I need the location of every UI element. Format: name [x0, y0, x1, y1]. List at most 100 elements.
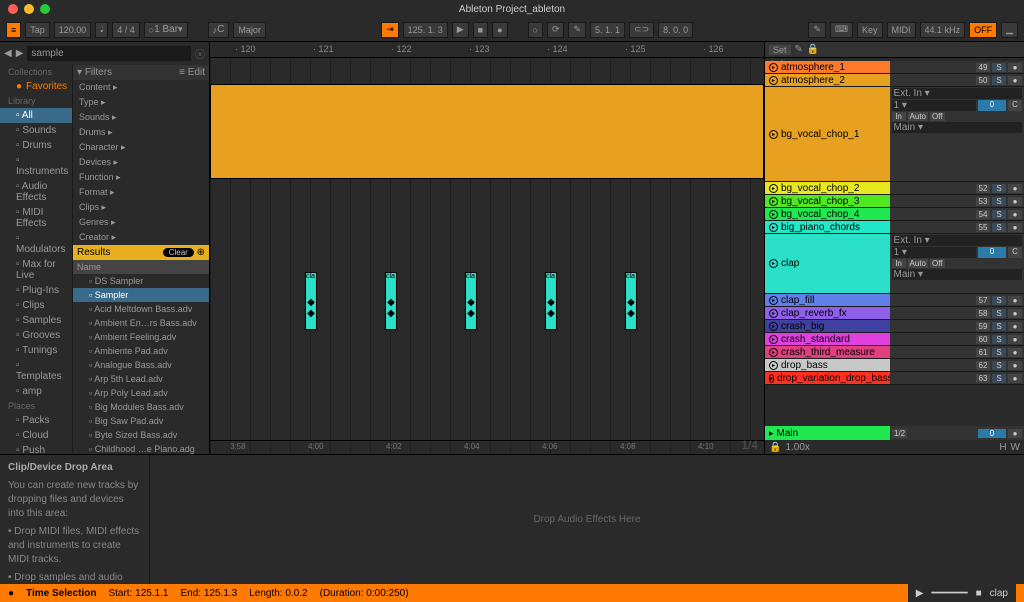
- track-row[interactable]: ▸crash_big59S●: [765, 320, 1024, 333]
- record-arm[interactable]: ●: [1008, 361, 1022, 370]
- close-icon[interactable]: [8, 4, 18, 14]
- position-display[interactable]: 125. 1. 3: [403, 22, 448, 38]
- track-num[interactable]: 57: [976, 296, 990, 305]
- track-num[interactable]: 54: [976, 210, 990, 219]
- pencil-icon[interactable]: ✎: [808, 22, 826, 38]
- clear-search-icon[interactable]: ⓧ: [195, 46, 205, 61]
- keyboard-icon[interactable]: ⌨: [830, 22, 853, 38]
- zoom-h[interactable]: H: [999, 442, 1006, 453]
- zoom-value[interactable]: 1.00x: [785, 442, 809, 453]
- track-row[interactable]: ▸bg_vocal_chop_252S●: [765, 182, 1024, 195]
- filter-row[interactable]: Genres ▸: [73, 215, 209, 230]
- track-play-icon[interactable]: ▸: [769, 197, 778, 206]
- result-item[interactable]: ▫ Ambiente Pad.adv: [73, 344, 209, 358]
- play-button[interactable]: ▶: [452, 22, 469, 38]
- tap-button[interactable]: Tap: [25, 22, 50, 38]
- track-play-icon[interactable]: ▸: [769, 335, 778, 344]
- audio-clip[interactable]: cla◆◆: [385, 272, 397, 330]
- filter-row[interactable]: Devices ▸: [73, 155, 209, 170]
- solo-button[interactable]: S: [992, 322, 1006, 331]
- track-play-icon[interactable]: ▸: [769, 296, 778, 305]
- track-play-icon[interactable]: ▸: [769, 223, 778, 232]
- track-row[interactable]: ▸atmosphere_250S●: [765, 74, 1024, 87]
- track-row[interactable]: ▸clap_fill57S●: [765, 294, 1024, 307]
- drop-target[interactable]: Drop Audio Effects Here: [150, 455, 1024, 584]
- library-item[interactable]: ▫ Audio Effects: [0, 179, 72, 205]
- solo-button[interactable]: S: [992, 374, 1006, 383]
- grid-resolution[interactable]: 1/4: [741, 438, 758, 452]
- master-out[interactable]: 1/2: [892, 429, 907, 438]
- track-play-icon[interactable]: ▸: [769, 348, 778, 357]
- track-num[interactable]: 55: [976, 223, 990, 232]
- record-arm[interactable]: ●: [1008, 335, 1022, 344]
- result-item[interactable]: ▫ Big Modules Bass.adv: [73, 400, 209, 414]
- name-column-head[interactable]: Name: [73, 260, 209, 274]
- track-play-icon[interactable]: ▸: [769, 130, 778, 139]
- set-button[interactable]: Set: [769, 45, 791, 55]
- result-item[interactable]: ▫ Acid Meltdown Bass.adv: [73, 302, 209, 316]
- solo-button[interactable]: S: [992, 348, 1006, 357]
- tempo-field[interactable]: 120.00: [54, 22, 92, 38]
- scale-note[interactable]: ♪ C: [208, 22, 230, 38]
- record-button[interactable]: ●: [492, 22, 507, 38]
- track-num[interactable]: 59: [976, 322, 990, 331]
- library-item[interactable]: ▫ Samples: [0, 313, 72, 328]
- track-play-icon[interactable]: ▸: [769, 259, 778, 268]
- midi-button[interactable]: MIDI: [887, 22, 916, 38]
- track-num[interactable]: 61: [976, 348, 990, 357]
- solo-button[interactable]: S: [992, 76, 1006, 85]
- track-play-icon[interactable]: ▸: [769, 374, 774, 383]
- track-play-icon[interactable]: ▸: [769, 322, 778, 331]
- edit-filters[interactable]: ≡ Edit: [179, 67, 205, 78]
- track-row[interactable]: ▸bg_vocal_chop_353S●: [765, 195, 1024, 208]
- record-arm[interactable]: ●: [1008, 223, 1022, 232]
- master-solo[interactable]: ●: [1008, 429, 1022, 438]
- filter-row[interactable]: Drums ▸: [73, 125, 209, 140]
- library-item[interactable]: ▫ Tunings: [0, 343, 72, 358]
- library-item[interactable]: ▫ Instruments: [0, 153, 72, 179]
- key-button[interactable]: Key: [857, 22, 883, 38]
- clear-button[interactable]: Clear: [163, 248, 194, 257]
- track-play-icon[interactable]: ▸: [769, 63, 778, 72]
- track-row[interactable]: ▸crash_third_measure61S●: [765, 346, 1024, 359]
- track-num[interactable]: 63: [976, 374, 990, 383]
- stop-button[interactable]: ■: [473, 22, 488, 38]
- track-row[interactable]: ▸bg_vocal_chop_454S●: [765, 208, 1024, 221]
- metronome-icon[interactable]: 𝅘𝅥: [95, 22, 108, 38]
- audio-clip[interactable]: cla◆◆: [545, 272, 557, 330]
- result-item[interactable]: ▫ Byte Sized Bass.adv: [73, 428, 209, 442]
- seconds-ruler[interactable]: 1/4 3:584:004:024:044:064:084:10: [210, 440, 764, 454]
- scale-mode[interactable]: Major: [233, 22, 266, 38]
- solo-button[interactable]: S: [992, 296, 1006, 305]
- result-item[interactable]: ▫ DS Sampler: [73, 274, 209, 288]
- solo-button[interactable]: S: [992, 63, 1006, 72]
- status-stop-icon[interactable]: ■: [976, 588, 982, 599]
- track-play-icon[interactable]: ▸: [769, 76, 778, 85]
- filter-row[interactable]: Sounds ▸: [73, 110, 209, 125]
- record-arm[interactable]: ●: [1008, 76, 1022, 85]
- filter-row[interactable]: Format ▸: [73, 185, 209, 200]
- fwd-icon[interactable]: ▶: [16, 48, 24, 59]
- track-num[interactable]: 58: [976, 309, 990, 318]
- result-item[interactable]: ▫ Analogue Bass.adv: [73, 358, 209, 372]
- automation-icon[interactable]: ⟳: [547, 22, 565, 38]
- loop-toggle[interactable]: ⊂⊃: [629, 22, 654, 38]
- library-item[interactable]: ▫ amp: [0, 384, 72, 399]
- record-arm[interactable]: ●: [1008, 197, 1022, 206]
- places-item[interactable]: ▫ Cloud: [0, 428, 72, 443]
- solo-button[interactable]: S: [992, 223, 1006, 232]
- track-num[interactable]: 60: [976, 335, 990, 344]
- library-item[interactable]: ▫ Modulators: [0, 231, 72, 257]
- solo-button[interactable]: S: [992, 210, 1006, 219]
- filter-row[interactable]: Creator ▸: [73, 230, 209, 245]
- places-item[interactable]: ▫ Push: [0, 443, 72, 454]
- track-row[interactable]: ▸big_piano_chords55S●: [765, 221, 1024, 234]
- library-item[interactable]: ▫ MIDI Effects: [0, 205, 72, 231]
- filter-row[interactable]: Function ▸: [73, 170, 209, 185]
- library-item[interactable]: ▫ Sounds: [0, 123, 72, 138]
- solo-button[interactable]: S: [992, 361, 1006, 370]
- library-item[interactable]: ▫ Max for Live: [0, 257, 72, 283]
- library-item[interactable]: ▫ Templates: [0, 358, 72, 384]
- solo-button[interactable]: S: [992, 309, 1006, 318]
- track-row[interactable]: ▸bg_vocal_chop_1Ext. In ▾1 ▾0CInAutoOffM…: [765, 87, 1024, 182]
